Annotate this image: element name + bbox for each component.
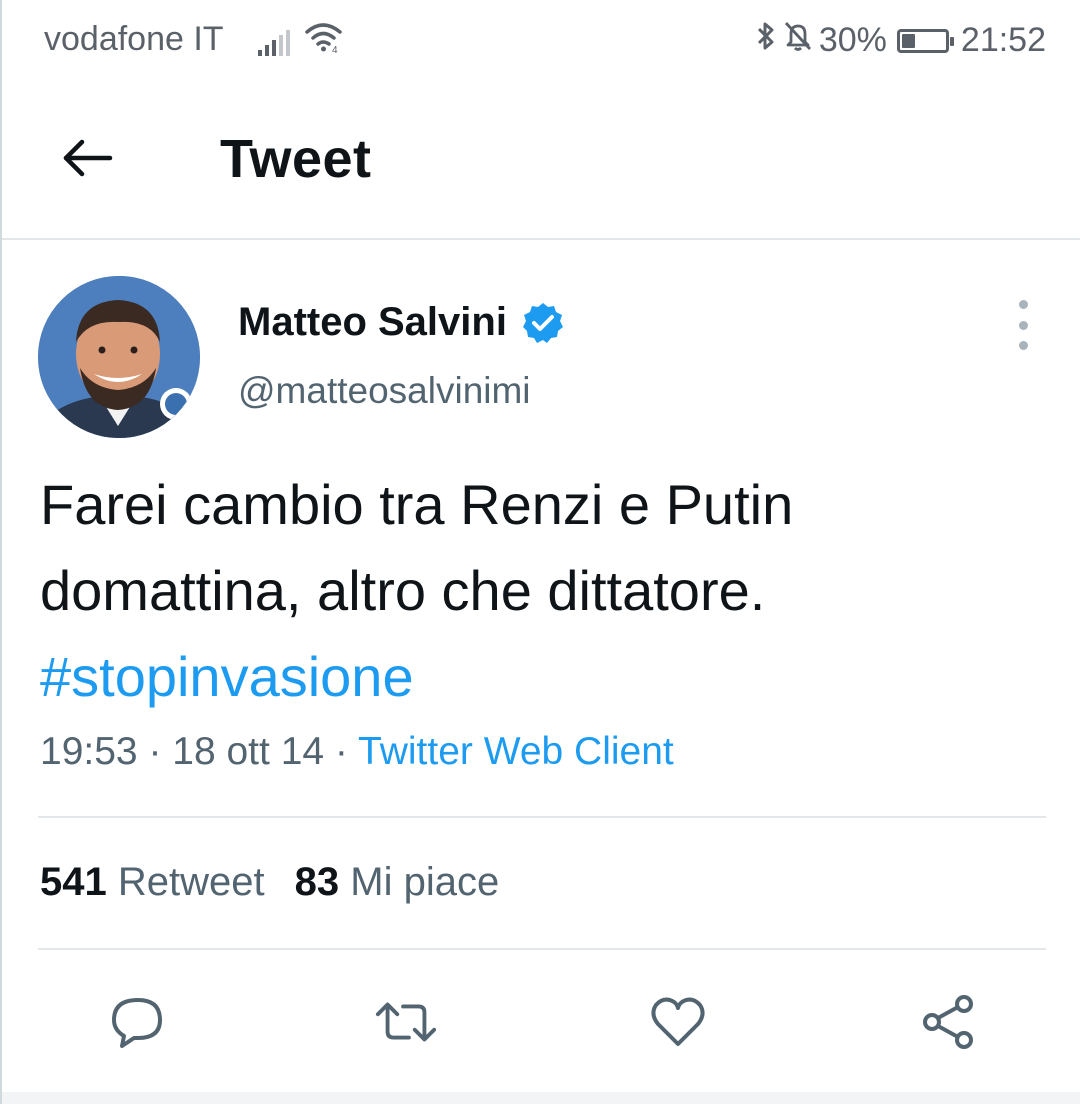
battery-nub xyxy=(949,36,954,46)
tweet-time: 19:53 xyxy=(40,730,138,773)
back-button[interactable] xyxy=(60,130,116,186)
arrow-left-icon xyxy=(63,139,113,177)
status-time: 21:52 xyxy=(960,21,1046,59)
hashtag-link[interactable]: #stopinvasione xyxy=(40,634,1040,720)
tweet-text: Farei cambio tra Renzi e Putin domattina… xyxy=(40,462,1040,720)
more-dot xyxy=(1018,320,1028,330)
tweet-text-line: domattina, altro che dittatore. xyxy=(40,559,766,622)
tweet-text-line: Farei cambio tra Renzi e Putin xyxy=(40,473,794,536)
signal-icon xyxy=(258,26,292,65)
tweet-stats: 541 Retweet 83 Mi piace xyxy=(40,860,499,905)
bottom-strip xyxy=(2,1092,1080,1104)
top-app-bar: Tweet xyxy=(2,90,1080,240)
wifi-icon: 4 xyxy=(304,20,346,63)
page-title: Tweet xyxy=(220,129,372,189)
battery-percent: 30% xyxy=(818,21,887,59)
share-button[interactable] xyxy=(916,990,980,1054)
status-right: 30% 21:52 xyxy=(755,20,1046,61)
retweets-stat[interactable]: 541 Retweet xyxy=(40,860,265,904)
battery-fill xyxy=(901,33,915,48)
bluetooth-icon xyxy=(755,20,777,61)
stats-divider xyxy=(38,948,1046,950)
like-count: 83 xyxy=(294,860,340,904)
status-bar: vodafone IT 4 30% 21:52 xyxy=(2,0,1080,78)
meta-separator: · xyxy=(324,730,359,773)
meta-divider xyxy=(38,816,1046,818)
avatar[interactable] xyxy=(38,276,200,438)
retweet-count: 541 xyxy=(40,860,107,904)
like-icon xyxy=(651,997,705,1046)
tweet-date: 18 ott 14 xyxy=(172,730,325,773)
like-button[interactable] xyxy=(646,990,710,1054)
retweet-icon xyxy=(375,1002,437,1042)
likes-stat[interactable]: 83 Mi piace xyxy=(295,860,500,904)
more-options-icon[interactable] xyxy=(1008,300,1038,350)
bell-off-icon xyxy=(783,20,813,61)
tweet-meta: 19:53 · 18 ott 14 · Twitter Web Client xyxy=(40,730,674,774)
battery-icon xyxy=(896,28,954,53)
tweet-actions xyxy=(2,990,1080,1054)
reply-icon xyxy=(112,998,162,1048)
reply-button[interactable] xyxy=(106,990,170,1054)
author-handle[interactable]: @matteosalvinimi xyxy=(238,370,531,412)
more-dot xyxy=(1018,300,1028,309)
like-label: Mi piace xyxy=(350,860,500,904)
header-divider xyxy=(2,238,1080,240)
svg-text:4: 4 xyxy=(332,45,338,54)
author-name-row[interactable]: Matteo Salvini xyxy=(238,300,565,345)
meta-separator: · xyxy=(137,730,173,773)
retweet-button[interactable] xyxy=(374,990,438,1054)
more-dot xyxy=(1018,341,1028,350)
retweet-label: Retweet xyxy=(117,860,265,904)
author-name[interactable]: Matteo Salvini xyxy=(238,300,507,345)
verified-badge-icon xyxy=(522,302,563,343)
tweet-source-link[interactable]: Twitter Web Client xyxy=(358,730,674,773)
carrier-name: vodafone IT xyxy=(44,20,224,58)
share-icon xyxy=(923,995,973,1049)
